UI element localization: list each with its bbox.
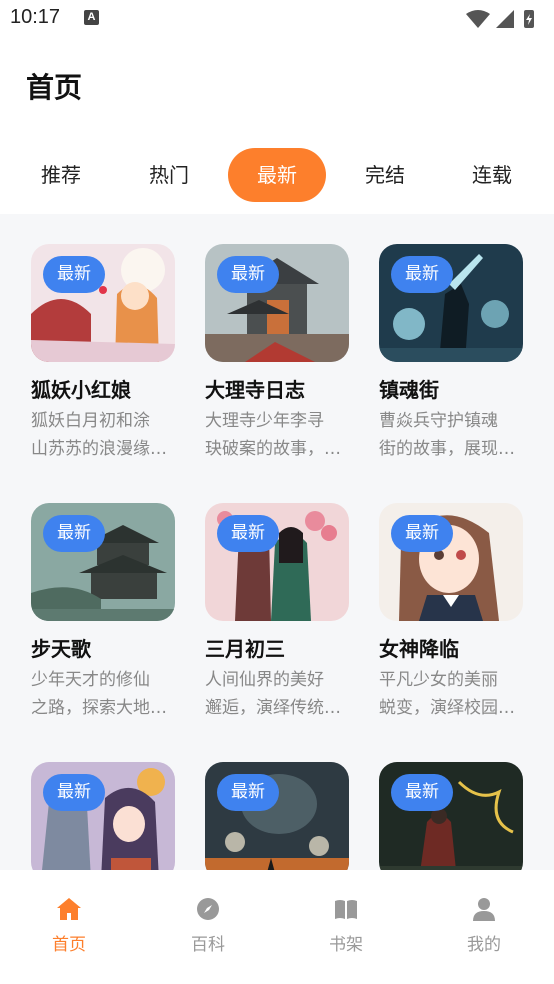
comic-cover: 最新 [205,503,349,621]
comic-cover: 最新 [379,244,523,362]
comic-card[interactable]: 最新 [205,762,351,870]
tab-latest[interactable]: 最新 [228,148,326,202]
new-badge: 最新 [43,256,105,293]
comic-cover: 最新 [31,244,175,362]
tab-serializing[interactable]: 连载 [443,148,541,202]
comic-grid: 最新 狐妖小红娘 狐妖白月初和涂 山苏苏的浪漫缘… 最新 大理寺日志 大理寺少年… [0,214,554,870]
comic-cover: 最新 [379,762,523,870]
comic-card[interactable]: 最新 步天歌 少年天才的修仙 之路，探索大地… [31,503,177,727]
comic-cover: 最新 [205,762,349,870]
comic-cover: 最新 [31,503,175,621]
page-title: 首页 [26,71,83,104]
nav-bookshelf-label: 书架 [329,935,363,955]
nav-bookshelf[interactable]: 书架 [306,896,386,956]
compass-icon [197,898,219,920]
comic-title: 大理寺日志 [205,378,305,402]
status-icons [466,10,534,28]
signal-icon [496,10,514,28]
comic-title: 三月初三 [205,637,285,661]
nav-profile-label: 我的 [467,935,501,955]
comic-description: 人间仙界的美好 邂逅，演绎传统… [205,670,341,718]
category-tabs: 推荐 热门 最新 完结 连载 [0,148,554,202]
comic-card[interactable]: 最新 狐妖小红娘 狐妖白月初和涂 山苏苏的浪漫缘… [31,244,177,468]
nav-home[interactable]: 首页 [29,896,109,956]
comic-description: 平凡少女的美丽 蜕变，演绎校园… [379,670,515,718]
new-badge: 最新 [217,515,279,552]
tab-recommend[interactable]: 推荐 [12,148,110,202]
new-badge: 最新 [391,256,453,293]
comic-card[interactable]: 最新 镇魂街 曹焱兵守护镇魂 街的故事，展现… [379,244,525,468]
tab-hot[interactable]: 热门 [120,148,218,202]
tab-completed[interactable]: 完结 [336,148,434,202]
new-badge: 最新 [391,774,453,811]
comic-title: 狐妖小红娘 [31,378,131,402]
comic-card[interactable]: 最新 [379,762,525,870]
new-badge: 最新 [391,515,453,552]
wifi-icon [466,10,490,28]
comic-cover: 最新 [205,244,349,362]
comic-description: 曹焱兵守护镇魂 街的故事，展现… [379,411,515,459]
new-badge: 最新 [43,774,105,811]
comic-card[interactable]: 最新 三月初三 人间仙界的美好 邂逅，演绎传统… [205,503,351,727]
comic-title: 女神降临 [379,637,459,661]
comic-card[interactable]: 最新 女神降临 平凡少女的美丽 蜕变，演绎校园… [379,503,525,727]
home-icon [57,898,81,920]
comic-cover: 最新 [31,762,175,870]
comic-description: 少年天才的修仙 之路，探索大地… [31,670,167,718]
comic-card[interactable]: 最新 大理寺日志 大理寺少年李寻 玦破案的故事，… [205,244,351,468]
new-badge: 最新 [217,774,279,811]
nav-encyclopedia-label: 百科 [191,935,225,955]
comic-description: 大理寺少年李寻 玦破案的故事，… [205,411,341,459]
status-bar: 10:17 A [0,0,554,38]
new-badge: 最新 [43,515,105,552]
bottom-nav: 首页 百科 书架 我的 [0,870,554,984]
comic-title: 步天歌 [31,637,91,661]
comic-cover: 最新 [379,503,523,621]
nav-home-label: 首页 [52,935,86,955]
nav-profile[interactable]: 我的 [444,896,524,956]
comic-card[interactable]: 最新 [31,762,177,870]
new-badge: 最新 [217,256,279,293]
nav-encyclopedia[interactable]: 百科 [168,896,248,956]
status-time: 10:17 [10,6,61,28]
comic-description: 狐妖白月初和涂 山苏苏的浪漫缘… [31,411,167,459]
user-icon [473,898,495,921]
book-icon [335,900,357,919]
notification-a-icon: A [84,10,99,25]
comic-title: 镇魂街 [379,378,439,402]
